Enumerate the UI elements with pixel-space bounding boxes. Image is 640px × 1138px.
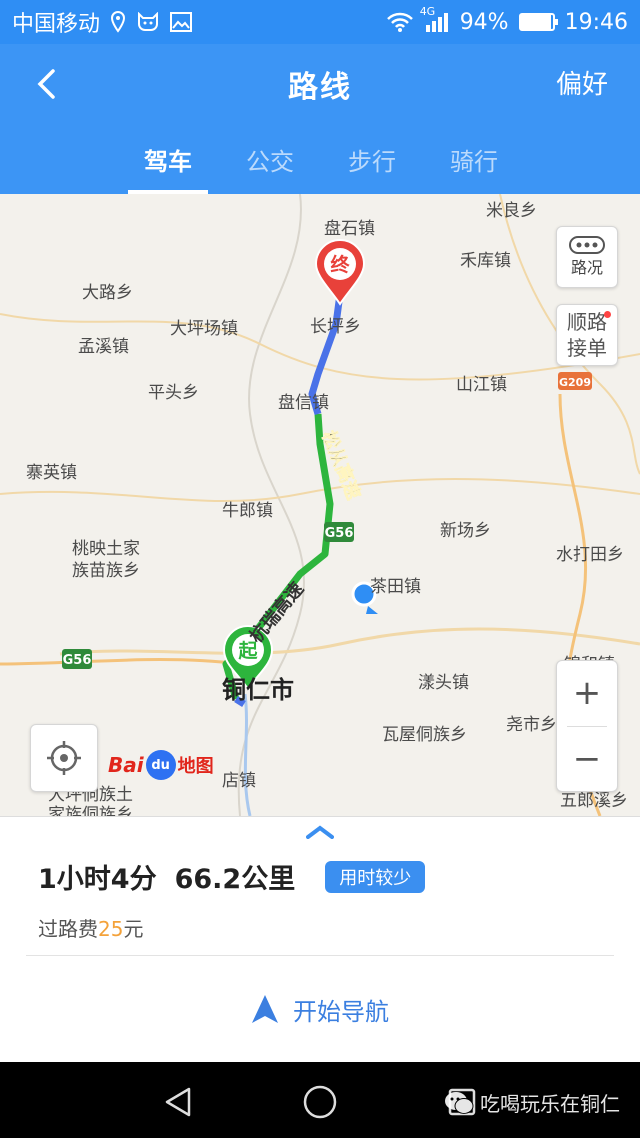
tab-transit[interactable]: 公交 <box>230 124 310 194</box>
g56-shield-route: G56 <box>324 522 354 542</box>
system-back-button[interactable] <box>158 1082 198 1122</box>
system-home-button[interactable] <box>300 1082 340 1122</box>
minor-road <box>0 478 640 503</box>
tab-ride[interactable]: 骑行 <box>434 124 514 194</box>
place-label: 店镇 <box>222 771 256 791</box>
toll-suffix: 元 <box>123 917 144 941</box>
place-label: 平头乡 <box>148 383 199 403</box>
chevron-up-icon <box>306 825 334 839</box>
route-distance: 66.2公里 <box>174 864 296 895</box>
wifi-icon <box>386 11 414 33</box>
watermark: 吃喝玩乐在铜仁 <box>444 1088 620 1117</box>
place-label: 牛郎镇 <box>222 501 273 521</box>
route-summary[interactable]: 1小时4分 66.2公里 用时较少 <box>38 857 426 896</box>
place-label: 族苗族乡 <box>72 561 140 581</box>
header: 路线 偏好 驾车 公交 步行 骑行 <box>0 44 640 194</box>
crosshair-icon <box>47 741 81 775</box>
locate-button[interactable] <box>30 724 98 792</box>
svg-text:G209: G209 <box>559 376 591 389</box>
end-marker[interactable]: 终 <box>314 239 366 306</box>
clock: 19:46 <box>564 9 628 35</box>
svg-text:G56: G56 <box>63 653 92 668</box>
image-icon <box>170 12 193 32</box>
system-nav-bar: 吃喝玩乐在铜仁 <box>0 1062 640 1138</box>
place-label: 孟溪镇 <box>78 337 129 357</box>
preference-button[interactable]: 偏好 <box>556 64 608 101</box>
circle-home-icon <box>303 1085 337 1119</box>
start-marker-label: 起 <box>237 640 258 662</box>
divider <box>26 955 614 956</box>
expand-handle[interactable] <box>305 825 335 845</box>
tab-drive[interactable]: 驾车 <box>128 124 208 194</box>
place-label: 大坪场镇 <box>170 319 238 339</box>
place-label: 家族侗族乡 <box>48 805 133 816</box>
place-label: 长坪乡 <box>310 317 361 337</box>
shunlu-label-1: 顺路 <box>567 310 607 334</box>
traffic-icon <box>569 236 605 254</box>
end-marker-label: 终 <box>330 253 350 276</box>
shunlu-button[interactable]: 顺路 接单 <box>556 304 618 366</box>
place-label: 尧市乡 <box>506 715 557 735</box>
g56-shield-left: G56 <box>62 649 92 669</box>
expressway-label-hangrui: 杭瑞高速 <box>245 578 308 647</box>
minor-road <box>59 627 640 656</box>
traffic-label: 路况 <box>570 258 603 277</box>
network-label: 4G <box>419 5 436 18</box>
chevron-left-icon <box>37 69 55 99</box>
place-label: 新场乡 <box>440 521 491 541</box>
watermark-text: 吃喝玩乐在铜仁 <box>480 1092 620 1116</box>
page-title: 路线 <box>288 70 352 105</box>
toll-prefix: 过路费 <box>38 917 98 941</box>
notification-dot <box>604 311 611 318</box>
g209-shield: G209 <box>558 372 592 390</box>
g56-road <box>0 658 241 666</box>
baidu-logo: Bai du 地图 <box>108 750 214 780</box>
place-label: 大路乡 <box>82 283 133 303</box>
back-button[interactable] <box>26 64 66 104</box>
svg-text:G56: G56 <box>325 526 354 541</box>
shunlu-label-2: 接单 <box>567 336 607 360</box>
navigation-arrow-icon <box>252 995 278 1023</box>
signal-icon: 4G <box>420 5 450 33</box>
zoom-control: + − <box>556 660 618 792</box>
place-label: 山江镇 <box>456 375 507 395</box>
tab-walk[interactable]: 步行 <box>332 124 412 194</box>
city-label: 铜仁市 <box>222 676 294 704</box>
toll-info: 过路费25元 <box>38 913 143 942</box>
place-label: 水打田乡 <box>556 545 624 565</box>
route-panel: 1小时4分 66.2公里 用时较少 过路费25元 开始导航 <box>0 816 640 1062</box>
place-label: 禾库镇 <box>460 251 511 271</box>
zoom-in-button[interactable]: + <box>557 661 617 726</box>
river <box>243 693 252 816</box>
route-duration: 1小时4分 <box>38 864 157 895</box>
zoom-out-button[interactable]: − <box>557 727 617 792</box>
route-tag: 用时较少 <box>325 860 426 893</box>
heading-arrow <box>366 606 378 614</box>
place-label: 漾头镇 <box>418 673 469 693</box>
location-icon <box>110 11 126 33</box>
place-label: 盘信镇 <box>278 393 329 413</box>
map-view[interactable]: 终 起 G56 G56 G209 松从高速 杭瑞高速 盘石镇 米良乡 禾库镇 大… <box>0 194 640 816</box>
battery-icon <box>518 13 558 31</box>
place-label: 盘石镇 <box>324 219 375 239</box>
mode-tabs: 驾车 公交 步行 骑行 <box>0 124 640 194</box>
triangle-back-icon <box>165 1087 191 1117</box>
place-label: 瓦屋侗族乡 <box>382 725 467 745</box>
cat-icon <box>136 12 160 32</box>
start-navigation-label: 开始导航 <box>293 997 389 1026</box>
place-label: 寨英镇 <box>26 463 77 483</box>
place-label: 米良乡 <box>486 201 537 221</box>
traffic-button[interactable]: 路况 <box>556 226 618 288</box>
carrier-label: 中国移动 <box>12 12 101 37</box>
toll-amount: 25 <box>98 917 124 941</box>
place-label: 茶田镇 <box>370 577 421 597</box>
start-navigation-button[interactable]: 开始导航 <box>0 983 640 1035</box>
battery-percent: 94% <box>459 9 509 35</box>
wechat-icon <box>445 1091 474 1114</box>
status-bar: 中国移动 4G 94% 19:46 <box>0 0 640 44</box>
